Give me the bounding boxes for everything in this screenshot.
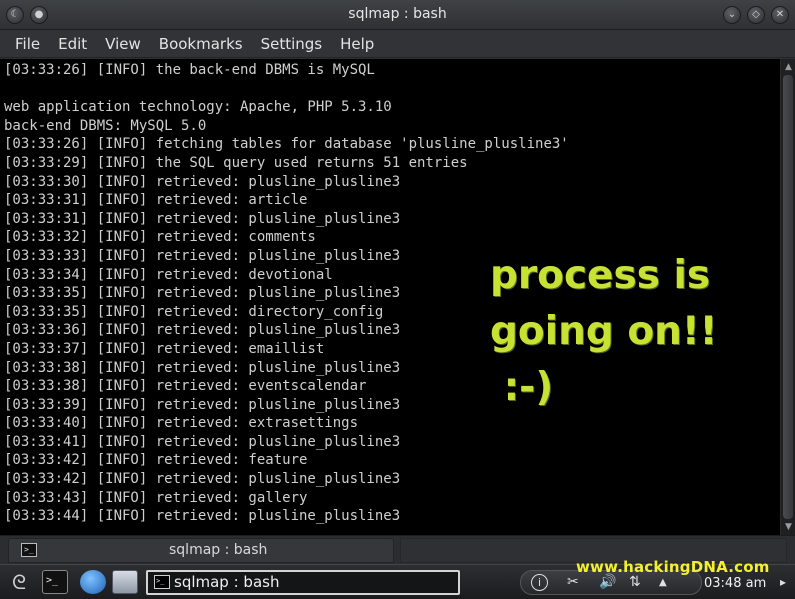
- terminal-line: [03:33:44] [INFO] retrieved: plusline_pl…: [4, 508, 401, 525]
- info-icon[interactable]: i: [531, 574, 548, 591]
- title-bar-right-controls: ⌄ ◇ ✕: [723, 6, 789, 24]
- terminal-line: [03:33:32] [INFO] retrieved: comments: [4, 229, 316, 246]
- file-manager-launcher-icon[interactable]: [112, 570, 138, 594]
- title-bar: ☾ ● sqlmap : bash ⌄ ◇ ✕: [0, 0, 795, 30]
- window-title: sqlmap : bash: [348, 6, 447, 22]
- menu-bar: File Edit View Bookmarks Settings Help: [0, 30, 795, 58]
- menu-view[interactable]: View: [96, 35, 150, 53]
- app-launcher-icon[interactable]: ᘓ: [4, 569, 34, 596]
- menu-bookmarks[interactable]: Bookmarks: [150, 35, 252, 53]
- desktop-toggle-icon[interactable]: ▸: [774, 572, 792, 592]
- clock[interactable]: 03:48 am: [704, 576, 766, 591]
- tab-sqlmap-bash[interactable]: >_ sqlmap : bash: [8, 538, 394, 563]
- close-button[interactable]: ✕: [771, 6, 789, 24]
- network-icon[interactable]: ⇅: [629, 574, 641, 590]
- watermark: www.hackingDNA.com: [576, 558, 770, 576]
- menu-edit[interactable]: Edit: [49, 35, 96, 53]
- minimize-button[interactable]: ⌄: [723, 6, 741, 24]
- maximize-button[interactable]: ◇: [747, 6, 765, 24]
- terminal-line: web application technology: Apache, PHP …: [4, 99, 392, 116]
- expand-icon[interactable]: ▲: [659, 577, 667, 588]
- browser-launcher-icon[interactable]: [80, 570, 106, 594]
- terminal-line: back-end DBMS: MySQL 5.0: [4, 117, 207, 134]
- menu-file[interactable]: File: [6, 35, 49, 53]
- terminal-line: [03:33:30] [INFO] retrieved: plusline_pl…: [4, 173, 401, 190]
- terminal-line: [03:33:29] [INFO] the SQL query used ret…: [4, 154, 468, 171]
- overlay-line: process is: [490, 253, 711, 298]
- menu-settings[interactable]: Settings: [252, 35, 332, 53]
- terminal-line: [03:33:31] [INFO] retrieved: plusline_pl…: [4, 210, 401, 227]
- volume-icon[interactable]: 🔊: [599, 574, 616, 590]
- terminal-line: [03:33:26] [INFO] fetching tables for da…: [4, 136, 569, 153]
- tab-label: sqlmap : bash: [169, 542, 268, 558]
- terminal-icon: >_: [21, 543, 37, 557]
- vertical-scrollbar[interactable]: ▲ ▼: [780, 59, 795, 535]
- overlay-line: going on!!: [490, 309, 718, 354]
- scrollbar-thumb[interactable]: [783, 75, 793, 519]
- scroll-up-icon[interactable]: ▲: [783, 61, 794, 73]
- terminal-line: [03:33:40] [INFO] retrieved: extrasettin…: [4, 415, 359, 432]
- menu-help[interactable]: Help: [331, 35, 383, 53]
- terminal-line: [03:33:31] [INFO] retrieved: article: [4, 192, 308, 209]
- taskbar-window-button[interactable]: >_ sqlmap : bash: [146, 570, 460, 595]
- terminal-line: [03:33:42] [INFO] retrieved: plusline_pl…: [4, 471, 401, 488]
- terminal-icon: >_: [154, 575, 170, 589]
- taskbar-window-label: sqlmap : bash: [174, 573, 280, 591]
- overlay-caption: process is going on!! :-): [490, 248, 717, 416]
- terminal-line: [03:33:42] [INFO] retrieved: feature: [4, 452, 308, 469]
- terminal-line: [03:33:26] [INFO] the back-end DBMS is M…: [4, 62, 375, 78]
- terminal-launcher-icon[interactable]: >_: [42, 570, 68, 594]
- terminal-line: [03:33:41] [INFO] retrieved: plusline_pl…: [4, 433, 401, 450]
- overlay-line: :-): [490, 365, 554, 410]
- terminal-line: [03:33:43] [INFO] retrieved: gallery: [4, 489, 308, 506]
- scroll-down-icon[interactable]: ▼: [783, 521, 794, 533]
- scissors-icon[interactable]: ✂: [567, 574, 579, 590]
